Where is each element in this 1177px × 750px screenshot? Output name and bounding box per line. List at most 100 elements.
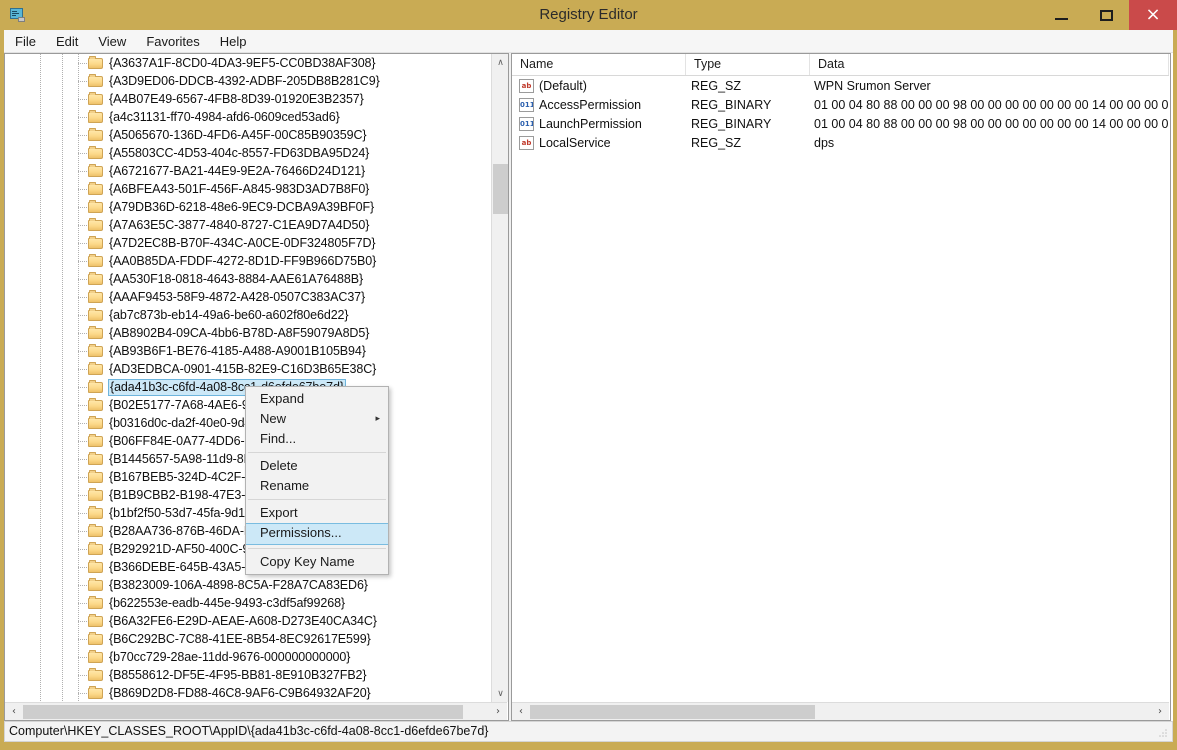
menu-separator <box>248 499 386 500</box>
tree-node[interactable]: {AA530F18-0818-4643-8884-AAE61A76488B} <box>5 270 492 288</box>
context-menu-item-label: New <box>260 411 287 426</box>
value-data: 01 00 04 80 88 00 00 00 98 00 00 00 00 0… <box>814 97 1169 112</box>
context-menu[interactable]: Expand New ▸ Find... Delete Rename Export Permi… <box>245 386 389 575</box>
context-menu-item-permissions[interactable]: Permissions... <box>246 523 388 545</box>
tree-hscroll-thumb[interactable] <box>23 704 463 719</box>
value-row[interactable]: ab (Default) REG_SZ WPN Srumon Server <box>512 76 1169 95</box>
column-header-type[interactable]: Type <box>686 54 810 75</box>
scroll-left-icon[interactable]: ‹ <box>5 703 23 720</box>
menu-favorites[interactable]: Favorites <box>137 31 208 52</box>
folder-icon <box>88 632 104 646</box>
value-row[interactable]: 011 AccessPermission REG_BINARY 01 00 04 80… <box>512 95 1169 114</box>
tree-node[interactable]: {A7A63E5C-3877-4840-8727-C1EA9D7A4D50} <box>5 216 492 234</box>
tree-node[interactable]: {B6C292BC-7C88-41EE-8B54-8EC92617E599} <box>5 630 492 648</box>
menu-view[interactable]: View <box>89 31 135 52</box>
folder-icon <box>88 218 104 232</box>
close-button[interactable]: × <box>1129 0 1177 30</box>
scroll-left-icon[interactable]: ‹ <box>512 703 530 720</box>
folder-icon <box>88 146 104 160</box>
tree-node[interactable]: {AB8902B4-09CA-4bb6-B78D-A8F59079A8D5} <box>5 324 492 342</box>
context-menu-item-label: Expand <box>260 391 305 406</box>
tree-connector <box>78 297 88 298</box>
tree-node-label: {AA0B85DA-FDDF-4272-8D1D-FF9B966D75B0} <box>109 254 377 268</box>
minimize-button[interactable] <box>1039 0 1084 30</box>
tree-node[interactable]: {AAAF9453-58F9-4872-A428-0507C383AC37} <box>5 288 492 306</box>
tree-connector <box>78 279 88 280</box>
folder-icon <box>88 416 104 430</box>
folder-icon <box>88 110 104 124</box>
tree-connector <box>78 63 88 64</box>
tree-node[interactable]: {a4c31131-ff70-4984-afd6-0609ced53ad6} <box>5 108 492 126</box>
value-name: LocalService <box>539 135 611 150</box>
tree-node[interactable]: {A79DB36D-6218-48e6-9EC9-DCBA9A39BF0F} <box>5 198 492 216</box>
tree-connector <box>78 441 88 442</box>
tree-node[interactable]: {b70cc729-28ae-11dd-9676-000000000000} <box>5 648 492 666</box>
column-header-name[interactable]: Name <box>512 54 686 75</box>
tree-node-label: {A6BFEA43-501F-456F-A845-983D3AD7B8F0} <box>109 182 370 196</box>
tree-node[interactable]: {AD3EDBCA-0901-415B-82E9-C16D3B65E38C} <box>5 360 492 378</box>
tree-node-label: {A3637A1F-8CD0-4DA3-9EF5-CC0BD38AF308} <box>109 56 376 70</box>
tree-node[interactable]: {A4B07E49-6567-4FB8-8D39-01920E3B2357} <box>5 90 492 108</box>
context-menu-item-label: Permissions... <box>260 525 342 540</box>
values-hscroll-thumb[interactable] <box>530 704 815 719</box>
values-hscroll-track[interactable] <box>530 704 1151 720</box>
value-name: (Default) <box>539 78 587 93</box>
registry-tree[interactable]: {A3637A1F-8CD0-4DA3-9EF5-CC0BD38AF308} {A… <box>5 54 492 702</box>
tree-node[interactable]: {A6BFEA43-501F-456F-A845-983D3AD7B8F0} <box>5 180 492 198</box>
tree-node[interactable]: {B8558612-DF5E-4F95-BB81-8E910B327FB2} <box>5 666 492 684</box>
tree-node[interactable]: {A3637A1F-8CD0-4DA3-9EF5-CC0BD38AF308} <box>5 54 492 72</box>
scroll-up-icon[interactable]: ∧ <box>492 54 508 71</box>
value-row[interactable]: ab LocalService REG_SZ dps <box>512 133 1169 152</box>
tree-node[interactable]: {B869D2D8-FD88-46C8-9AF6-C9B64932AF20} <box>5 684 492 702</box>
tree-node-label: {AD3EDBCA-0901-415B-82E9-C16D3B65E38C} <box>109 362 377 376</box>
scroll-right-icon[interactable]: › <box>489 703 507 720</box>
context-menu-item-export[interactable]: Export <box>246 503 388 523</box>
tree-node[interactable]: {B3823009-106A-4898-8C5A-F28A7CA83ED6} <box>5 576 492 594</box>
tree-node[interactable]: {A6721677-BA21-44E9-9E2A-76466D24D121} <box>5 162 492 180</box>
tree-node[interactable]: {A3D9ED06-DDCB-4392-ADBF-205DB8B281C9} <box>5 72 492 90</box>
context-menu-item-expand[interactable]: Expand <box>246 389 388 409</box>
tree-node[interactable]: {b622553e-eadb-445e-9493-c3df5af99268} <box>5 594 492 612</box>
tree-node[interactable]: {B6A32FE6-E29D-AEAE-A608-D273E40CA34C} <box>5 612 492 630</box>
tree-node[interactable]: {ab7c873b-eb14-49a6-be60-a602f80e6d22} <box>5 306 492 324</box>
context-menu-item-new[interactable]: New ▸ <box>246 409 388 429</box>
context-menu-item-rename[interactable]: Rename <box>246 476 388 496</box>
tree-node[interactable]: {AA0B85DA-FDDF-4272-8D1D-FF9B966D75B0} <box>5 252 492 270</box>
tree-connector <box>78 477 88 478</box>
value-name: LaunchPermission <box>539 116 642 131</box>
tree-node-label: {A6721677-BA21-44E9-9E2A-76466D24D121} <box>109 164 366 178</box>
resize-grip-icon[interactable] <box>1157 727 1169 739</box>
folder-icon <box>88 326 104 340</box>
menu-edit[interactable]: Edit <box>47 31 87 52</box>
values-horizontal-scrollbar[interactable]: ‹ › <box>512 702 1169 720</box>
menu-help[interactable]: Help <box>211 31 256 52</box>
value-row[interactable]: 011 LaunchPermission REG_BINARY 01 00 04 80… <box>512 114 1169 133</box>
values-list[interactable]: ab (Default) REG_SZ WPN Srumon Server 011 Acc… <box>512 76 1169 152</box>
tree-node[interactable]: {A7D2EC8B-B70F-434C-A0CE-0DF324805F7D} <box>5 234 492 252</box>
scroll-down-icon[interactable]: ∨ <box>492 685 508 702</box>
value-type: REG_SZ <box>691 135 742 150</box>
tree-vertical-scrollbar[interactable]: ∧ ∨ <box>491 54 508 702</box>
status-path: Computer\HKEY_CLASSES_ROOT\AppID\{ada41b… <box>9 724 489 738</box>
tree-node[interactable]: {A55803CC-4D53-404c-8557-FD63DBA95D24} <box>5 144 492 162</box>
context-menu-item-label: Find... <box>260 431 297 446</box>
folder-icon <box>88 398 104 412</box>
folder-icon <box>88 128 104 142</box>
scroll-right-icon[interactable]: › <box>1151 703 1169 720</box>
tree-node[interactable]: {AB93B6F1-BE76-4185-A488-A9001B105B94} <box>5 342 492 360</box>
menu-file[interactable]: File <box>6 31 45 52</box>
context-menu-item-find[interactable]: Find... <box>246 429 388 449</box>
tree-scroll-thumb[interactable] <box>493 164 508 214</box>
tree-horizontal-scrollbar[interactable]: ‹ › <box>5 702 507 720</box>
tree-node[interactable]: {A5065670-136D-4FD6-A45F-00C85B90359C} <box>5 126 492 144</box>
maximize-button[interactable] <box>1084 0 1129 30</box>
tree-connector <box>78 567 88 568</box>
context-menu-item-delete[interactable]: Delete <box>246 456 388 476</box>
value-type: REG_BINARY <box>691 116 772 131</box>
menu-bar: File Edit View Favorites Help <box>4 30 1173 53</box>
tree-node-label: {A5065670-136D-4FD6-A45F-00C85B90359C} <box>109 128 367 142</box>
tree-hscroll-track[interactable] <box>23 704 489 720</box>
column-header-data[interactable]: Data <box>810 54 1169 75</box>
context-menu-item-copy-key-name[interactable]: Copy Key Name <box>246 552 388 572</box>
folder-icon <box>88 92 104 106</box>
